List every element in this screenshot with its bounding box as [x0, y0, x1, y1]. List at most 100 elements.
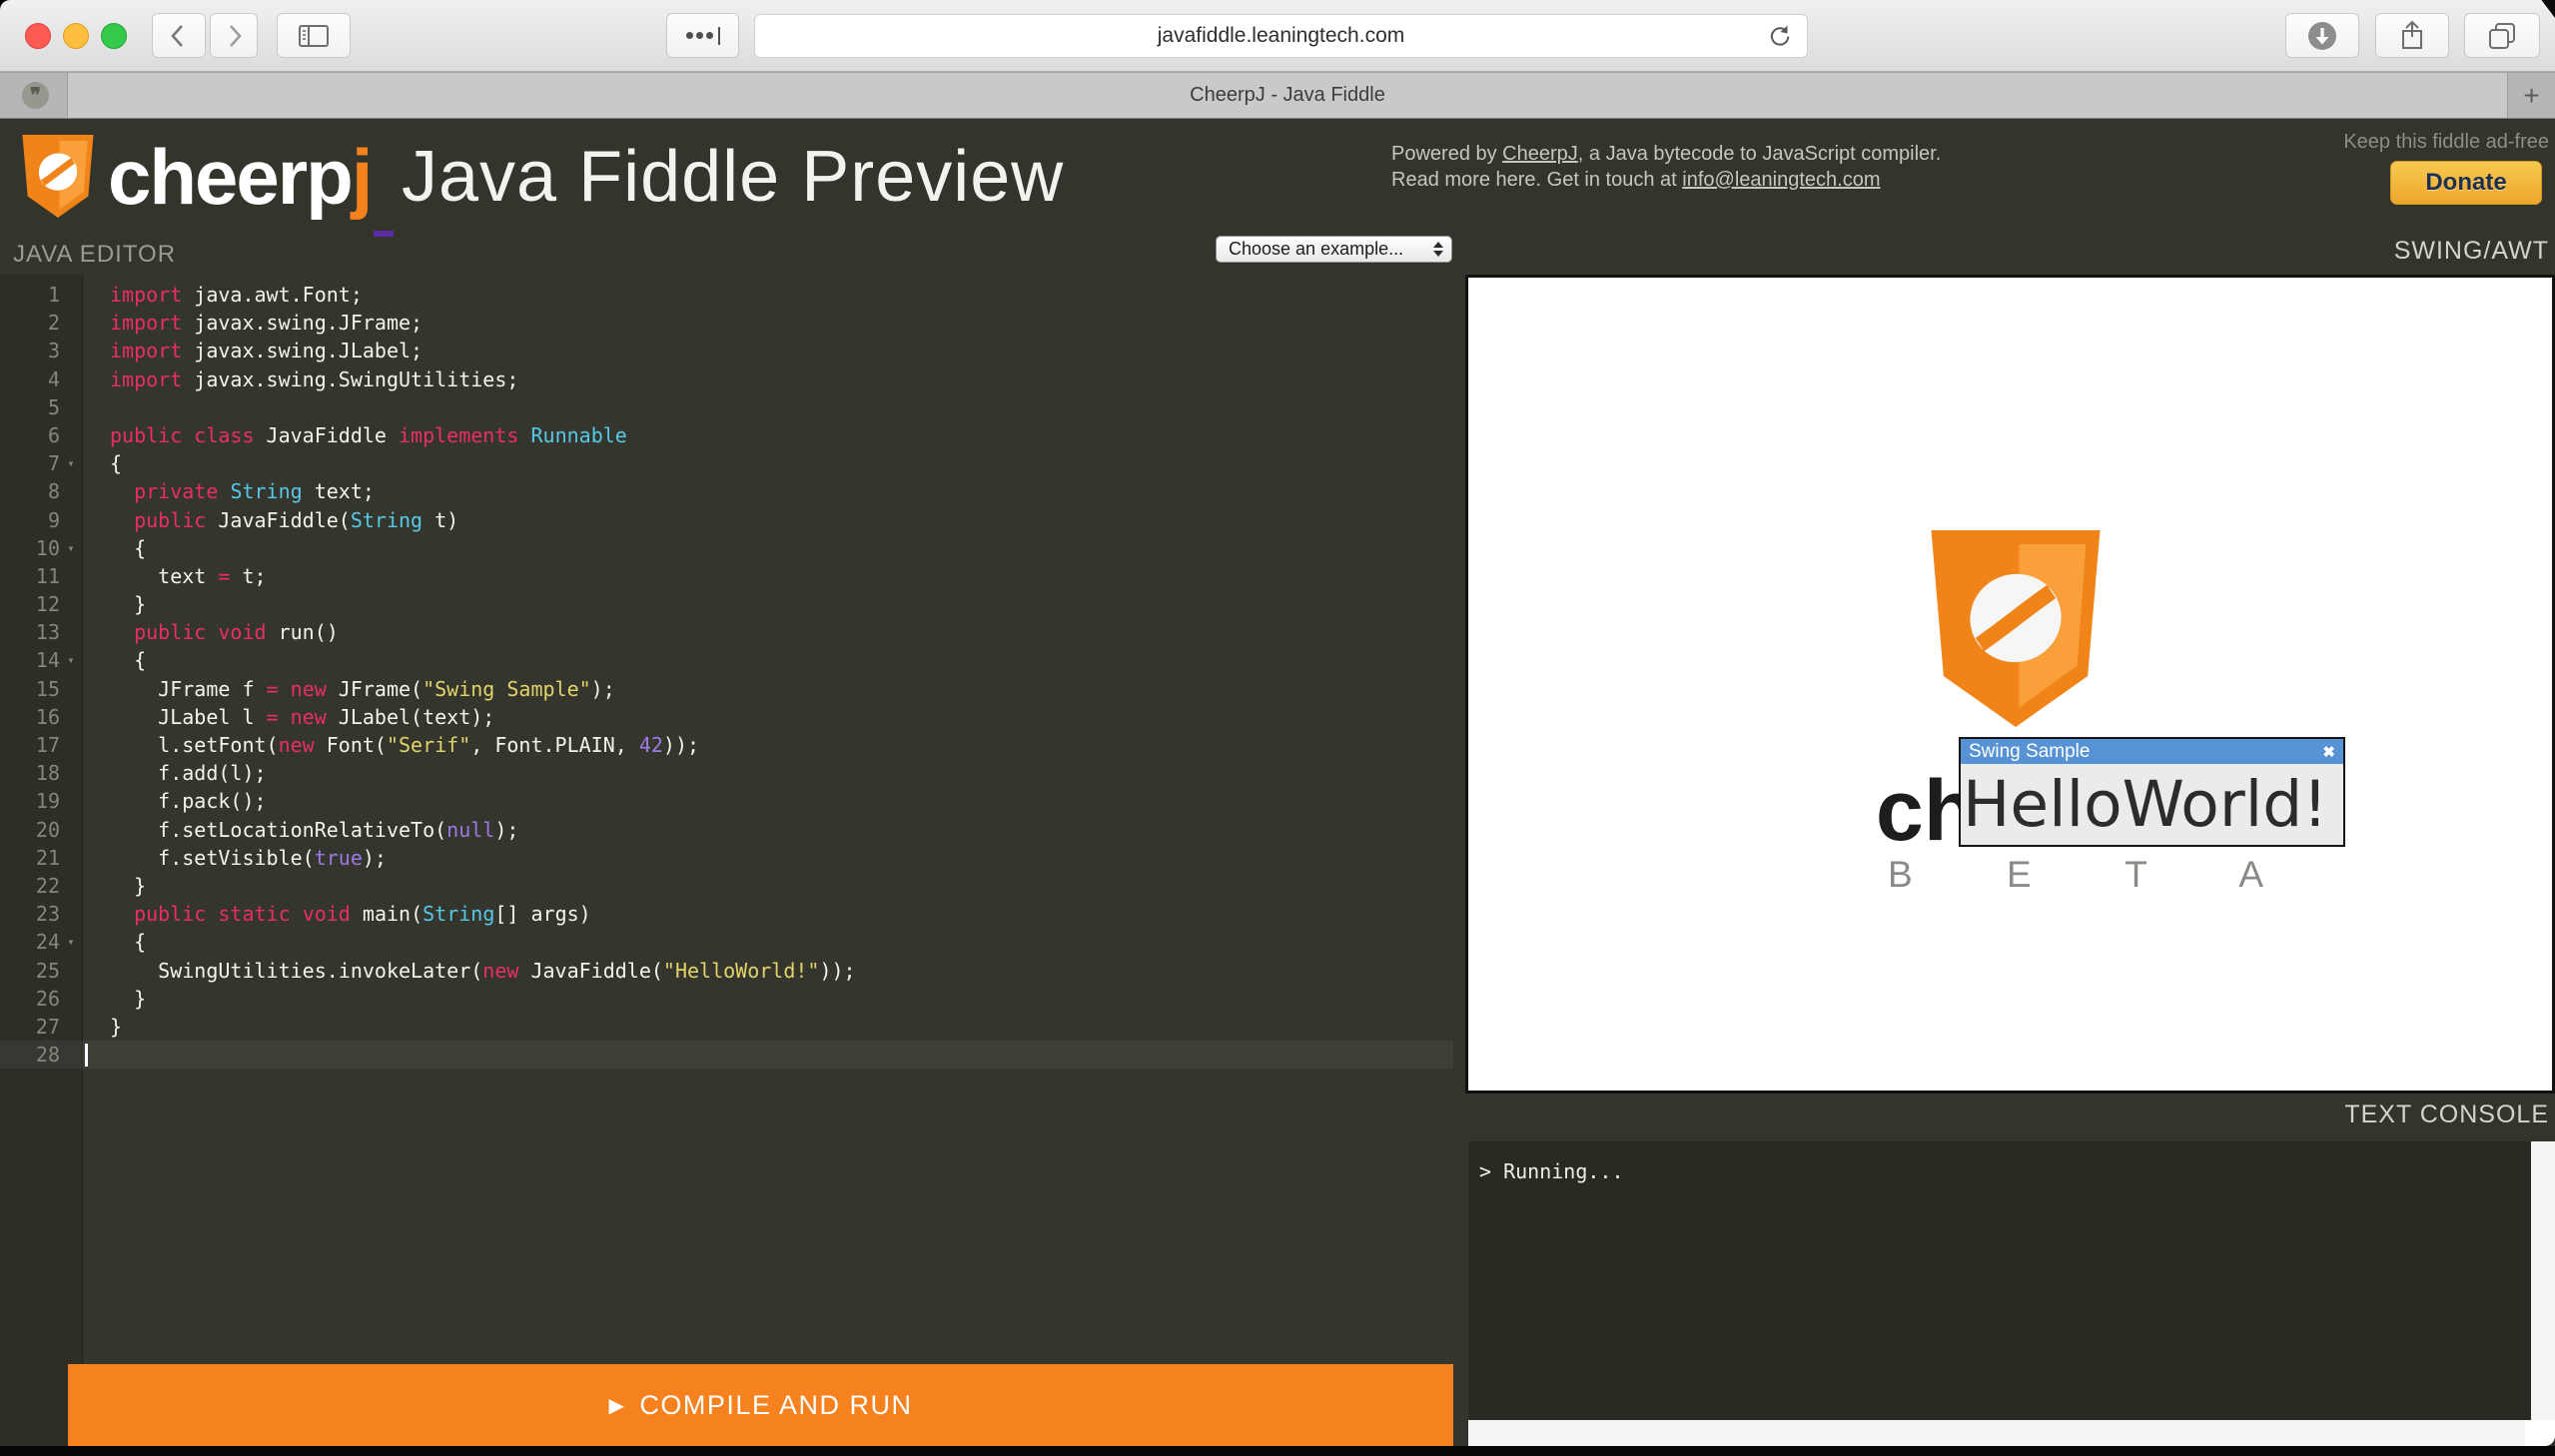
line-number: 27	[0, 1013, 60, 1041]
address-bar[interactable]: javafiddle.leaningtech.com	[754, 14, 1808, 58]
new-tab-button[interactable]: +	[2507, 73, 2555, 118]
example-select-value: Choose an example...	[1229, 239, 1403, 260]
fold-gutter-space	[60, 477, 82, 505]
fold-arrow-icon[interactable]: ▾	[60, 646, 82, 674]
code-text: }	[110, 872, 146, 900]
close-window-button[interactable]	[25, 23, 51, 49]
line-number: 24	[0, 928, 60, 956]
line-number: 14	[0, 646, 60, 674]
code-line[interactable]: 25 SwingUtilities.invokeLater(new JavaFi…	[0, 957, 1453, 985]
code-line[interactable]: 23 public static void main(String[] args…	[0, 900, 1453, 928]
example-select[interactable]: Choose an example...	[1216, 236, 1452, 263]
compile-and-run-button[interactable]: ▶ COMPILE AND RUN	[68, 1364, 1453, 1446]
code-line[interactable]: 22 }	[0, 872, 1453, 900]
code-text: f.pack();	[110, 787, 267, 815]
code-line[interactable]: 16 JLabel l = new JLabel(text);	[0, 703, 1453, 731]
code-line[interactable]: 27}	[0, 1013, 1453, 1041]
code-line[interactable]: 2import javax.swing.JFrame;	[0, 309, 1453, 337]
ad-free-text: Keep this fiddle ad-free	[2343, 131, 2549, 154]
code-line[interactable]: 15 JFrame f = new JFrame("Swing Sample")…	[0, 675, 1453, 703]
play-icon: ▶	[609, 1393, 626, 1418]
fold-gutter-space	[60, 421, 82, 449]
fold-arrow-icon[interactable]: ▾	[60, 928, 82, 956]
line-number: 5	[0, 393, 60, 421]
code-text: f.setVisible(true);	[110, 844, 387, 872]
line-number: 3	[0, 337, 60, 364]
code-line[interactable]: 4import javax.swing.SwingUtilities;	[0, 365, 1453, 393]
line-number: 17	[0, 731, 60, 759]
fold-gutter-space	[60, 731, 82, 759]
console-horizontal-scrollbar[interactable]	[1468, 1420, 2525, 1446]
code-text: JFrame f = new JFrame("Swing Sample");	[110, 675, 615, 703]
sidebar-toggle-button[interactable]	[277, 13, 351, 58]
text-console[interactable]: > Running...	[1468, 1141, 2555, 1446]
code-line[interactable]: 9 public JavaFiddle(String t)	[0, 506, 1453, 534]
code-text: f.add(l);	[110, 759, 267, 787]
code-line[interactable]: 20 f.setLocationRelativeTo(null);	[0, 816, 1453, 844]
code-line[interactable]: 7▾{	[0, 449, 1453, 477]
code-text: import javax.swing.JFrame;	[110, 309, 423, 337]
pinned-tab[interactable]: ❞	[0, 73, 68, 118]
plus-icon: +	[2523, 80, 2539, 112]
minimize-window-button[interactable]	[63, 23, 89, 49]
code-line[interactable]: 12 }	[0, 590, 1453, 618]
swing-window[interactable]: Swing Sample ✖ HelloWorld!	[1959, 737, 2345, 847]
code-text: public class JavaFiddle implements Runna…	[110, 421, 627, 449]
fold-gutter-space	[60, 562, 82, 590]
dots-bar-icon	[686, 27, 720, 45]
code-line[interactable]: 28	[0, 1041, 1453, 1069]
fold-gutter-space	[60, 900, 82, 928]
code-text: import java.awt.Font;	[110, 281, 363, 309]
tab-overview-button[interactable]	[666, 13, 739, 58]
fold-gutter-space	[60, 309, 82, 337]
fold-arrow-icon[interactable]: ▾	[60, 449, 82, 477]
code-line[interactable]: 21 f.setVisible(true);	[0, 844, 1453, 872]
back-button[interactable]	[152, 13, 206, 58]
fold-arrow-icon[interactable]: ▾	[60, 534, 82, 562]
show-all-tabs-button[interactable]	[2464, 13, 2540, 58]
text-console-label: TEXT CONSOLE	[2344, 1100, 2549, 1129]
code-line[interactable]: 10▾ {	[0, 534, 1453, 562]
code-editor[interactable]: 1import java.awt.Font;2import javax.swin…	[0, 275, 1453, 1446]
active-tab[interactable]: CheerpJ - Java Fiddle	[68, 73, 2507, 118]
hangouts-icon: ❞	[22, 82, 49, 109]
code-line[interactable]: 24▾ {	[0, 928, 1453, 956]
bottom-edge	[0, 1446, 2555, 1456]
code-line[interactable]: 18 f.add(l);	[0, 759, 1453, 787]
logo-j: j	[352, 133, 372, 221]
fold-gutter-space	[60, 1041, 82, 1069]
code-line[interactable]: 6public class JavaFiddle implements Runn…	[0, 421, 1453, 449]
code-text: {	[110, 928, 146, 956]
line-number: 22	[0, 872, 60, 900]
share-button[interactable]	[2375, 13, 2449, 58]
code-line[interactable]: 17 l.setFont(new Font("Serif", Font.PLAI…	[0, 731, 1453, 759]
code-line[interactable]: 11 text = t;	[0, 562, 1453, 590]
contact-link[interactable]: info@leaningtech.com	[1682, 169, 1880, 191]
zoom-window-button[interactable]	[101, 23, 127, 49]
beta-label: B E T A	[1888, 854, 2305, 896]
line-number: 25	[0, 957, 60, 985]
code-line[interactable]: 3import javax.swing.JLabel;	[0, 337, 1453, 364]
code-line[interactable]: 1import java.awt.Font;	[0, 281, 1453, 309]
line-number: 12	[0, 590, 60, 618]
console-vertical-scrollbar[interactable]	[2531, 1141, 2555, 1420]
code-line[interactable]: 5	[0, 393, 1453, 421]
code-line[interactable]: 14▾ {	[0, 646, 1453, 674]
swing-close-icon[interactable]: ✖	[2322, 743, 2335, 761]
tab-title: CheerpJ - Java Fiddle	[1190, 84, 1385, 107]
reload-icon[interactable]	[1767, 23, 1793, 49]
code-line[interactable]: 13 public void run()	[0, 618, 1453, 646]
fold-gutter-space	[60, 816, 82, 844]
downloads-button[interactable]	[2285, 13, 2359, 58]
fold-gutter-space	[60, 365, 82, 393]
cheerpj-link[interactable]: CheerpJ	[1502, 143, 1578, 165]
code-line[interactable]: 19 f.pack();	[0, 787, 1453, 815]
cheerpj-logo-icon	[21, 133, 95, 220]
code-line[interactable]: 8 private String text;	[0, 477, 1453, 505]
code-line[interactable]: 26 }	[0, 985, 1453, 1013]
donate-button[interactable]: Donate	[2390, 161, 2542, 205]
forward-button[interactable]	[210, 13, 258, 58]
swing-window-body: HelloWorld!	[1961, 764, 2343, 845]
fold-gutter-space	[60, 703, 82, 731]
swing-window-titlebar[interactable]: Swing Sample ✖	[1961, 739, 2343, 764]
